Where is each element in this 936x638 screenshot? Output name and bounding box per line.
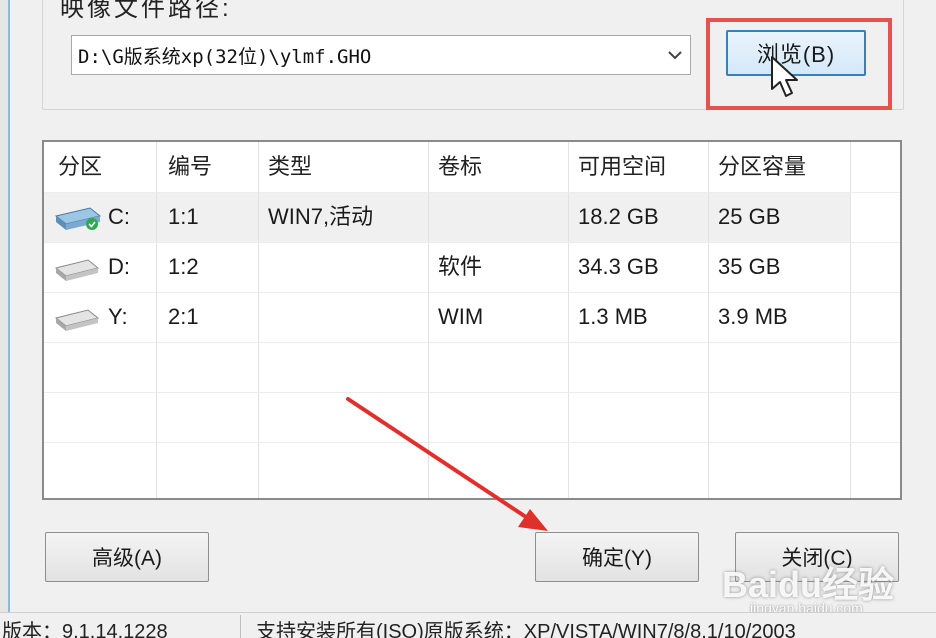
cell-partition: D: bbox=[108, 254, 130, 279]
image-path-value: D:\G版系统xp(32位)\ylmf.GHO bbox=[78, 45, 372, 68]
cell-number: 2:1 bbox=[168, 304, 199, 329]
hard-drive-icon bbox=[52, 302, 102, 334]
column-header-label[interactable]: 卷标 bbox=[438, 142, 482, 192]
cell-number: 1:1 bbox=[168, 204, 199, 229]
column-header-type[interactable]: 类型 bbox=[268, 142, 312, 192]
column-header-capacity[interactable]: 分区容量 bbox=[718, 142, 806, 192]
table-row[interactable]: Y: 2:1 WIM 1.3 MB 3.9 MB bbox=[44, 292, 900, 342]
image-path-label: 映像文件路径: bbox=[56, 0, 236, 23]
table-header: 分区 编号 类型 卷标 可用空间 分区容量 bbox=[44, 142, 900, 192]
advanced-button[interactable]: 高级(A) bbox=[45, 532, 209, 582]
cell-free-space: 18.2 GB bbox=[578, 204, 659, 229]
image-path-combobox[interactable]: D:\G版系统xp(32位)\ylmf.GHO bbox=[71, 35, 691, 75]
cell-label: 软件 bbox=[438, 254, 483, 279]
system-drive-icon bbox=[52, 202, 102, 234]
cell-partition: C: bbox=[108, 204, 130, 229]
cell-partition: Y: bbox=[108, 304, 128, 329]
table-row[interactable]: D: 1:2 软件 34.3 GB 35 GB bbox=[44, 242, 900, 292]
hard-drive-icon bbox=[52, 252, 102, 284]
ok-button[interactable]: 确定(Y) bbox=[535, 532, 699, 582]
column-header-number[interactable]: 编号 bbox=[168, 142, 212, 192]
window-left-edge bbox=[0, 0, 10, 612]
cell-capacity: 35 GB bbox=[718, 254, 781, 279]
table-row[interactable]: C: 1:1 WIN7,活动 18.2 GB 25 GB bbox=[44, 192, 900, 242]
status-version: 版本：9.1.14.1228 bbox=[2, 621, 168, 638]
cell-free-space: 1.3 MB bbox=[578, 304, 648, 329]
column-header-free-space[interactable]: 可用空间 bbox=[578, 142, 666, 192]
cell-label: WIM bbox=[438, 304, 484, 329]
cell-capacity: 25 GB bbox=[718, 204, 781, 229]
chevron-down-icon[interactable] bbox=[660, 36, 690, 74]
cell-type: WIN7,活动 bbox=[268, 204, 374, 229]
mouse-cursor-icon bbox=[770, 55, 800, 104]
status-support-info: 支持安装所有(ISO)原版系统：XP/VISTA/WIN7/8/8.1/10/2… bbox=[256, 621, 796, 638]
column-header-partition[interactable]: 分区 bbox=[58, 142, 102, 192]
red-arrow-annotation bbox=[330, 385, 570, 550]
cell-free-space: 34.3 GB bbox=[578, 254, 659, 279]
cell-number: 1:2 bbox=[168, 254, 199, 279]
cell-capacity: 3.9 MB bbox=[718, 304, 788, 329]
status-bar: 版本：9.1.14.1228 支持安装所有(ISO)原版系统：XP/VISTA/… bbox=[0, 612, 936, 638]
